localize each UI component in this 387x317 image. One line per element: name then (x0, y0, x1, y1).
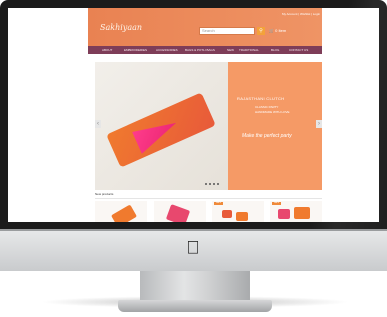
nav-item-new[interactable]: NEW (227, 46, 234, 54)
product-card[interactable]: SALE (212, 201, 264, 222)
nav-item-about[interactable]: ABOUT (102, 46, 112, 54)
product-card[interactable] (95, 201, 147, 222)
site-logo[interactable]: Sakhiyaan (100, 23, 142, 32)
search-icon: ⚲ (259, 28, 263, 34)
main-nav: ABOUT EMBROIDERIES ACCESSORIES BAGS & PO… (88, 46, 322, 54)
section-divider (95, 198, 322, 199)
nav-item-embroideries[interactable]: EMBROIDERIES (124, 46, 147, 54)
product-image (294, 207, 310, 219)
cart-link[interactable]: 🛒 0 Item (269, 27, 286, 35)
cart-count: 0 Item (275, 28, 287, 33)
chevron-left-icon: ‹ (97, 121, 99, 127)
slide-text-panel (228, 62, 322, 190)
chevron-right-icon: › (318, 121, 320, 127)
chin-edge (0, 229, 387, 231)
slide-heading: RAJASTHANI CLUTCH (237, 96, 285, 101)
slider-dots (205, 183, 219, 185)
product-image (110, 204, 138, 222)
product-image (222, 210, 232, 218)
product-image (236, 212, 248, 221)
product-card[interactable]: SALE (270, 201, 322, 222)
slide-image (95, 62, 228, 190)
nav-item-blog[interactable]: BLOG (271, 46, 279, 54)
search-input[interactable]: Search (199, 27, 255, 35)
slider-prev-button[interactable]: ‹ (95, 120, 101, 128)
nav-item-traditional[interactable]: TRADITIONAL (239, 46, 259, 54)
product-image (278, 209, 290, 219)
nav-item-bags[interactable]: BAGS & POTLI BAGS (185, 46, 215, 54)
nav-item-contact[interactable]: CONTACT US (289, 46, 308, 54)
sale-badge: SALE (214, 202, 223, 205)
stand-base (118, 300, 272, 312)
screen: Sakhiyaan My Account | Wishlist | Login … (8, 8, 379, 222)
cart-icon: 🛒 (269, 28, 274, 33)
imac-device: Sakhiyaan My Account | Wishlist | Login … (0, 0, 387, 317)
slider-dot[interactable] (209, 183, 211, 185)
nav-item-accessories[interactable]: ACCESSORIES (156, 46, 178, 54)
slider-dot[interactable] (217, 183, 219, 185)
section-title: New products (95, 192, 114, 196)
product-card[interactable] (154, 201, 206, 222)
hero-slider[interactable]: RAJASTHANI CLUTCH CLASSIC PARTY HANDMADE… (95, 62, 322, 190)
slide-subheading: CLASSIC PARTY (255, 105, 279, 109)
apple-logo-icon:  (186, 238, 200, 259)
account-links[interactable]: My Account | Wishlist | Login (282, 12, 320, 16)
sale-badge: SALE (272, 202, 281, 205)
search-button[interactable]: ⚲ (257, 27, 265, 35)
slider-dot[interactable] (213, 183, 215, 185)
slide-tagline: Make the perfect party (242, 133, 292, 139)
slider-dot[interactable] (205, 183, 207, 185)
product-image (165, 204, 191, 222)
slider-next-button[interactable]: › (316, 120, 322, 128)
slide-caption: HANDMADE WITH LOVE (255, 110, 290, 114)
